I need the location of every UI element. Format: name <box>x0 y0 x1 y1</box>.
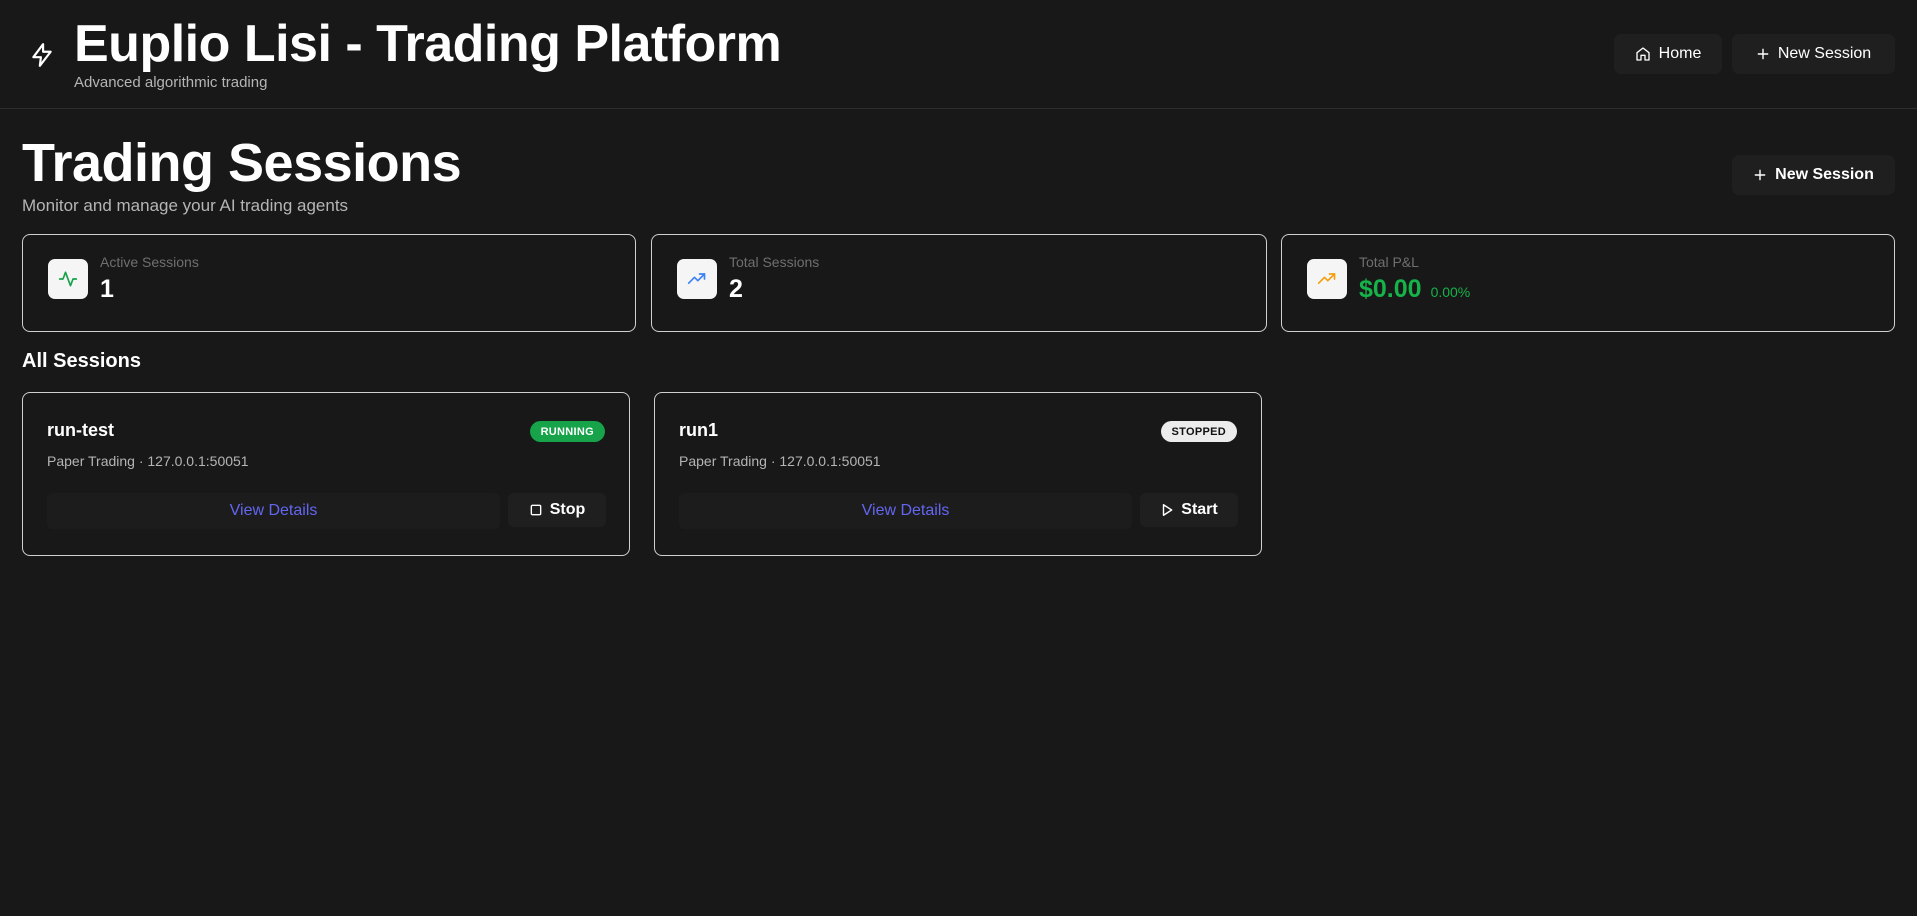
new-session-label: New Session <box>1775 166 1874 183</box>
view-details-button[interactable]: View Details <box>47 493 500 529</box>
stat-label: Active Sessions <box>100 254 199 270</box>
square-icon <box>529 503 543 517</box>
page-subtitle: Monitor and manage your AI trading agent… <box>22 196 349 215</box>
view-details-button[interactable]: View Details <box>679 493 1132 529</box>
stat-value: 1 <box>100 275 114 304</box>
home-icon <box>1635 46 1651 62</box>
stat-label: Total P&L <box>1359 254 1419 270</box>
total-pnl-value: $0.00 <box>1359 275 1422 303</box>
start-button[interactable]: Start <box>1140 493 1238 527</box>
trending-up-icon <box>677 259 717 299</box>
stat-value: $0.00 0.00% <box>1359 275 1470 304</box>
stat-card-active-sessions: Active Sessions 1 <box>22 234 636 332</box>
home-button-label: Home <box>1658 45 1702 62</box>
header-new-session-label: New Session <box>1777 45 1872 62</box>
stop-button[interactable]: Stop <box>508 493 606 527</box>
active-sessions-count: 1 <box>100 275 114 303</box>
total-pnl-percent: 0.00% <box>1430 284 1471 300</box>
lightning-icon <box>29 42 55 68</box>
stop-button-label: Stop <box>549 501 586 518</box>
session-meta: Paper Trading · 127.0.0.1:50051 <box>47 453 249 469</box>
status-badge: RUNNING <box>529 421 605 442</box>
status-badge: STOPPED <box>1160 421 1237 442</box>
trending-up-icon <box>1307 259 1347 299</box>
new-session-button[interactable]: New Session <box>1732 155 1895 195</box>
play-icon <box>1160 503 1174 517</box>
home-button[interactable]: Home <box>1614 34 1722 74</box>
header-new-session-button[interactable]: New Session <box>1732 34 1895 74</box>
activity-icon <box>48 259 88 299</box>
stat-card-total-sessions: Total Sessions 2 <box>651 234 1267 332</box>
start-button-label: Start <box>1181 501 1218 518</box>
app-subtitle: Advanced algorithmic trading <box>74 74 268 91</box>
session-name: run1 <box>679 420 719 440</box>
top-bar: Euplio Lisi - Trading Platform Advanced … <box>0 0 1917 109</box>
plus-icon <box>1753 168 1767 182</box>
session-card: run-test RUNNING Paper Trading · 127.0.0… <box>22 392 630 556</box>
stat-card-total-pnl: Total P&L $0.00 0.00% <box>1281 234 1895 332</box>
page-title: Trading Sessions <box>22 133 462 193</box>
session-meta: Paper Trading · 127.0.0.1:50051 <box>679 453 881 469</box>
total-sessions-count: 2 <box>729 275 743 303</box>
section-title: All Sessions <box>22 350 141 372</box>
session-card: run1 STOPPED Paper Trading · 127.0.0.1:5… <box>654 392 1262 556</box>
stat-value: 2 <box>729 275 743 304</box>
plus-icon <box>1756 47 1770 61</box>
session-name: run-test <box>47 420 114 440</box>
app-title: Euplio Lisi - Trading Platform <box>74 15 782 73</box>
stat-label: Total Sessions <box>729 254 820 270</box>
